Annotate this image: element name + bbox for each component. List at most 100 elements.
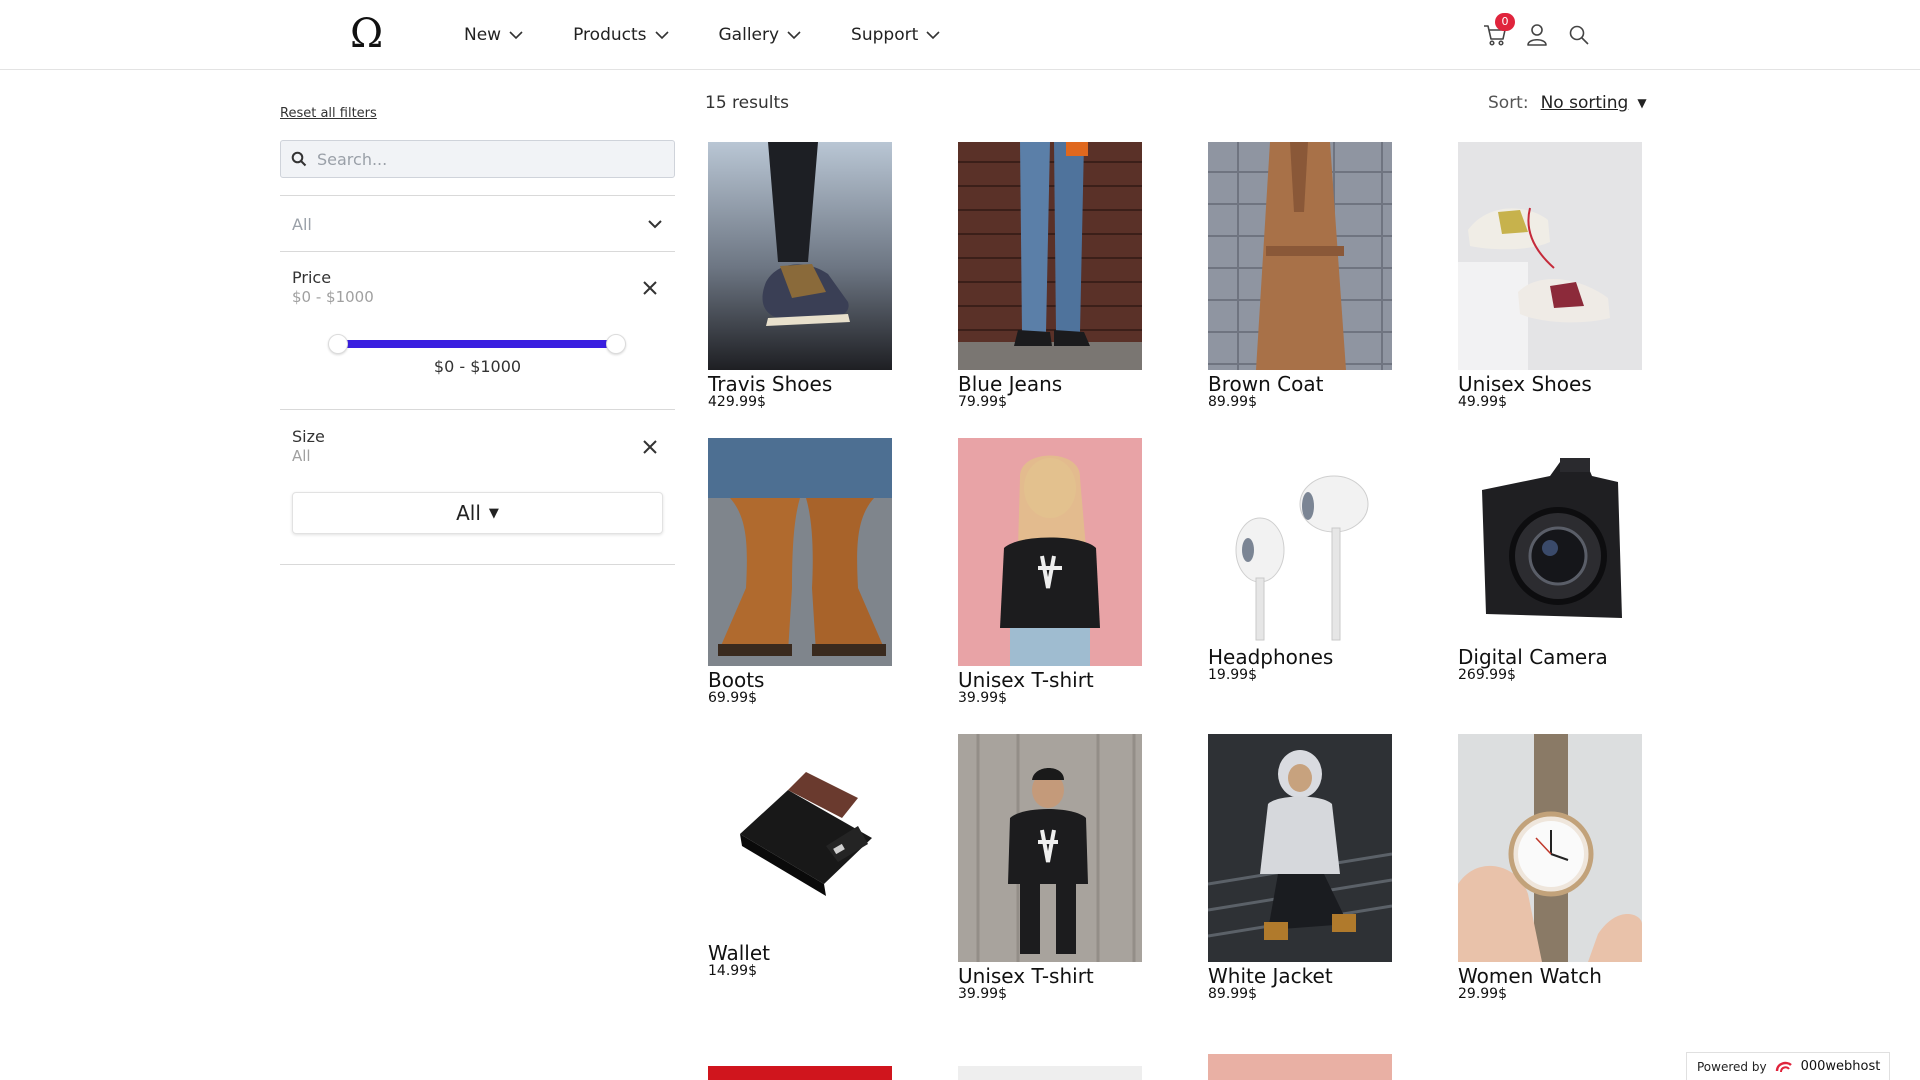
product-card[interactable] bbox=[708, 1066, 892, 1080]
product-card[interactable]: Headphones 19.99$ bbox=[1208, 438, 1392, 708]
product-photo bbox=[958, 438, 1142, 666]
close-icon[interactable] bbox=[642, 439, 658, 455]
chevron-down-icon bbox=[654, 30, 669, 39]
price-slider-track[interactable] bbox=[340, 340, 616, 348]
product-image[interactable] bbox=[958, 734, 1142, 962]
product-card[interactable]: Boots 69.99$ bbox=[708, 438, 892, 708]
caret-down-icon: ▼ bbox=[488, 505, 499, 521]
size-select-value: All bbox=[456, 501, 481, 525]
product-image[interactable] bbox=[1458, 142, 1642, 370]
product-card[interactable]: Wallet 14.99$ bbox=[708, 734, 892, 1004]
product-card[interactable]: Unisex Shoes 49.99$ bbox=[1458, 142, 1642, 412]
filter-search bbox=[280, 140, 675, 178]
product-name[interactable]: Unisex T-shirt bbox=[958, 668, 1094, 692]
product-image[interactable] bbox=[1458, 734, 1642, 962]
divider bbox=[280, 409, 675, 410]
product-photo bbox=[1458, 438, 1642, 643]
close-icon[interactable] bbox=[642, 280, 658, 296]
product-name[interactable]: Brown Coat bbox=[1208, 372, 1323, 396]
product-image[interactable] bbox=[1208, 1054, 1392, 1080]
product-image[interactable] bbox=[1208, 142, 1392, 370]
powered-by-label: Powered by bbox=[1697, 1059, 1767, 1074]
nav-new[interactable]: New bbox=[464, 25, 523, 45]
chevron-down-icon bbox=[787, 30, 801, 39]
main-nav: New Products Gallery Support bbox=[464, 0, 990, 70]
product-name[interactable]: Headphones bbox=[1208, 645, 1333, 669]
product-card[interactable] bbox=[1208, 1054, 1392, 1080]
results-count: 15 results bbox=[705, 93, 789, 113]
product-image[interactable] bbox=[708, 438, 892, 666]
size-select[interactable]: All ▼ bbox=[292, 492, 663, 534]
sort-select[interactable]: No sorting bbox=[1541, 93, 1629, 113]
product-price: 39.99$ bbox=[958, 986, 1007, 1002]
product-photo bbox=[958, 734, 1142, 962]
search-icon bbox=[291, 151, 307, 167]
product-price: 69.99$ bbox=[708, 690, 757, 706]
product-card[interactable]: Blue Jeans 79.99$ bbox=[958, 142, 1142, 412]
product-card[interactable]: White Jacket 89.99$ bbox=[1208, 734, 1392, 1004]
product-photo bbox=[1208, 438, 1392, 643]
product-photo bbox=[1208, 734, 1392, 962]
product-card[interactable] bbox=[958, 1066, 1142, 1080]
price-slider-max-handle[interactable] bbox=[606, 334, 626, 354]
product-card[interactable]: Unisex T-shirt 39.99$ bbox=[958, 438, 1142, 708]
product-price: 79.99$ bbox=[958, 394, 1007, 410]
category-select[interactable]: All bbox=[280, 196, 675, 252]
price-range-value: $0 - $1000 bbox=[433, 357, 522, 376]
product-name[interactable]: Women Watch bbox=[1458, 964, 1602, 988]
product-price: 19.99$ bbox=[1208, 667, 1257, 683]
product-name[interactable]: Wallet bbox=[708, 941, 770, 965]
powered-by-badge[interactable]: Powered by 000webhost bbox=[1686, 1052, 1890, 1080]
product-name[interactable]: Boots bbox=[708, 668, 764, 692]
host-logo-icon bbox=[1775, 1061, 1792, 1072]
product-name[interactable]: Unisex Shoes bbox=[1458, 372, 1592, 396]
price-filter-subtitle: $0 - $1000 bbox=[292, 288, 374, 306]
product-image[interactable] bbox=[708, 1066, 892, 1080]
product-price: 269.99$ bbox=[1458, 667, 1516, 683]
product-card[interactable]: Brown Coat 89.99$ bbox=[1208, 142, 1392, 412]
price-filter-title: Price bbox=[292, 268, 332, 287]
cart-button[interactable]: 0 bbox=[1480, 13, 1515, 52]
product-image[interactable] bbox=[958, 1066, 1142, 1080]
account-button[interactable] bbox=[1522, 18, 1552, 52]
sort-label: Sort: bbox=[1488, 93, 1529, 113]
product-image[interactable] bbox=[1208, 734, 1392, 962]
product-card[interactable]: Unisex T-shirt 39.99$ bbox=[958, 734, 1142, 1004]
product-image[interactable] bbox=[708, 142, 892, 370]
product-card[interactable]: Digital Camera 269.99$ bbox=[1458, 438, 1642, 708]
nav-gallery[interactable]: Gallery bbox=[719, 25, 802, 45]
price-slider-min-handle[interactable] bbox=[328, 334, 348, 354]
product-photo bbox=[708, 734, 892, 939]
divider bbox=[280, 564, 675, 565]
product-name[interactable]: White Jacket bbox=[1208, 964, 1333, 988]
caret-down-icon: ▼ bbox=[1637, 96, 1647, 110]
user-icon bbox=[1527, 24, 1547, 46]
product-name[interactable]: Blue Jeans bbox=[958, 372, 1062, 396]
divider bbox=[280, 251, 675, 252]
search-input[interactable] bbox=[317, 149, 657, 169]
product-image[interactable] bbox=[1458, 438, 1642, 643]
product-price: 429.99$ bbox=[708, 394, 766, 410]
product-name[interactable]: Unisex T-shirt bbox=[958, 964, 1094, 988]
product-card[interactable]: Women Watch 29.99$ bbox=[1458, 734, 1642, 1004]
search-button[interactable] bbox=[1564, 18, 1594, 52]
size-filter-subtitle: All bbox=[292, 447, 311, 465]
product-photo bbox=[1208, 142, 1392, 370]
product-card[interactable]: Travis Shoes 429.99$ bbox=[708, 142, 892, 412]
product-photo bbox=[708, 438, 892, 666]
nav-support[interactable]: Support bbox=[851, 25, 940, 45]
product-name[interactable]: Travis Shoes bbox=[708, 372, 832, 396]
logo[interactable]: Ω bbox=[350, 12, 383, 56]
chevron-down-icon bbox=[509, 30, 523, 39]
reset-filters-link[interactable]: Reset all filters bbox=[280, 106, 377, 121]
cart-count-badge: 0 bbox=[1495, 13, 1515, 31]
nav-products[interactable]: Products bbox=[573, 25, 669, 45]
nav-label: Gallery bbox=[718, 25, 780, 45]
product-price: 89.99$ bbox=[1208, 394, 1257, 410]
product-image[interactable] bbox=[958, 142, 1142, 370]
site-header: Ω New Products Gallery Support 0 bbox=[0, 0, 1920, 70]
product-image[interactable] bbox=[958, 438, 1142, 666]
product-image[interactable] bbox=[708, 734, 892, 939]
product-image[interactable] bbox=[1208, 438, 1392, 643]
product-name[interactable]: Digital Camera bbox=[1458, 645, 1608, 669]
